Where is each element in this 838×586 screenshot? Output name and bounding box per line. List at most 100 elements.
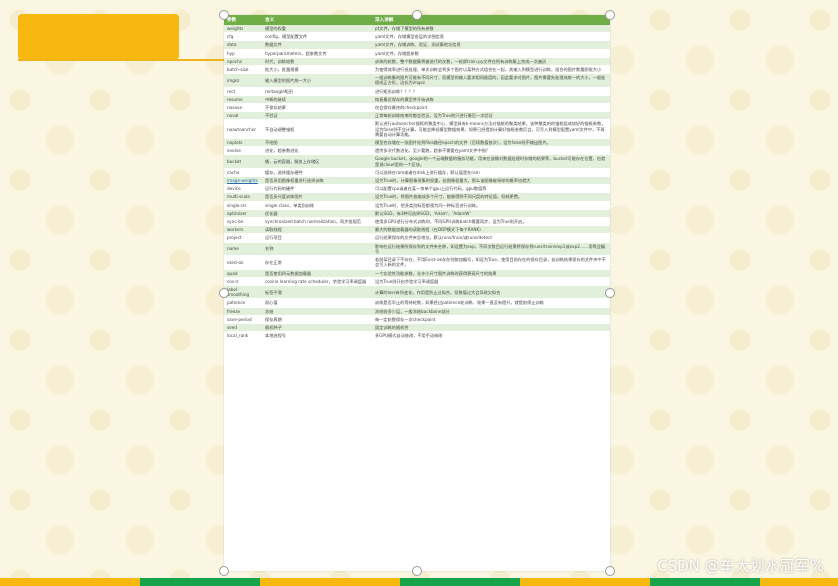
- cell-explanation: 恢复最近保存的模型并开始训练: [372, 95, 610, 105]
- table-row: save-period 保存周期 每一定轮数保存一次checkpoint: [224, 315, 610, 324]
- cell-param: nosave: [224, 103, 262, 113]
- cell-meaning: 中断的继续: [262, 95, 372, 105]
- cell-param: batch-size: [224, 65, 262, 75]
- cell-param: freeze: [224, 307, 262, 316]
- cell-param: multi-scale: [224, 192, 262, 202]
- cell-param: project: [224, 233, 262, 243]
- resize-handle-bottom-center[interactable]: [412, 566, 422, 576]
- cell-meaning: 随机种子: [262, 323, 372, 333]
- bottom-bar-segment: [0, 578, 140, 586]
- cell-meaning: 不绘图: [262, 138, 372, 148]
- cell-meaning: 优化器: [262, 209, 372, 219]
- cell-param: rect: [224, 87, 262, 96]
- table-row: imgsz 输入模型的图片统一大小 一组训练集的图片可能有不同尺寸，而模型的输入要求…: [224, 73, 610, 88]
- cell-explanation: 遗传多次代数进化，至少要跑，超参不需要在yaml文件中指？: [372, 146, 610, 156]
- table-row: name 名称 影响在运行结果所保存到的文件夹名称，如设置为exp，不同次数目运行结…: [224, 242, 610, 257]
- document-image[interactable]: 参数 含义 深入讲解 weights 模型的权重 pt文件，存储了模型的所有参数 cf…: [224, 15, 610, 571]
- parameter-table: 参数 含义 深入讲解 weights 模型的权重 pt文件，存储了模型的所有参数 cf…: [224, 15, 610, 341]
- cell-param: device: [224, 184, 262, 194]
- resize-handle-middle-right[interactable]: [605, 288, 615, 298]
- table-row: freeze 冻结 冻结前多少层，一般冻结backbone部分: [224, 307, 610, 316]
- table-row: exist-ok 存在正常 若前某目录下不存在，不用Exist-ok存在则按加编号，…: [224, 255, 610, 270]
- resize-handle-top-right[interactable]: [605, 10, 615, 20]
- cell-meaning: 桶，云的容器，服务上存储区: [262, 154, 372, 169]
- cell-meaning: 进化，超参数进化: [262, 146, 372, 156]
- cell-meaning: 不自动调整锚框: [262, 119, 372, 140]
- cell-param: patience: [224, 298, 262, 308]
- cell-param: noplots: [224, 138, 262, 148]
- cell-explanation: 每一定轮数保存一次checkpoint: [372, 315, 610, 324]
- cell-explanation: 可以选择在ram或者在disk上进行缓存，默认值是在ram: [372, 168, 610, 178]
- table-row: single-cls single class，单类别训练 设为True时，把多类别…: [224, 201, 610, 210]
- table-row: label-smoothing 标签平滑 计算的loss有所变化，作用是防止过拟合，…: [224, 285, 610, 300]
- cell-explanation: 设为True时，将图片放缩成多个尺寸，能够得到不同尺度的特征值，但耗更费。: [372, 192, 610, 202]
- resize-handle-top-center[interactable]: [412, 10, 422, 20]
- table-row: sync-bn synchronized batch normalization，…: [224, 217, 610, 227]
- table-row: local_rank 本地进程号 多GPU模式自动修改，不用手动修改: [224, 331, 610, 341]
- table-row: noplots 不绘图 模型也存储在一张图片化到files路径epoch的文件（后续…: [224, 138, 610, 148]
- table-row: bucket 桶，云的容器，服务上存储区 Google bucket，google的…: [224, 154, 610, 169]
- cell-meaning: 标签平滑: [262, 285, 372, 300]
- cell-explanation: Google bucket，google的一个云端数据的服务功能，用来在该桶对数…: [372, 154, 610, 169]
- cell-param: save-period: [224, 315, 262, 324]
- cell-meaning: 运行代码的硬件: [262, 184, 372, 194]
- cell-meaning: 保存周期: [262, 315, 372, 324]
- table-row: nosave 不保存结果 仅会保存最终的checkpoint: [224, 103, 610, 113]
- table-row: quad 是否使用四元数据加载器 一个实验性功能参数，允许小尺寸图片训练时获得更高尺…: [224, 269, 610, 278]
- bottom-bar-segment: [760, 578, 838, 586]
- cell-meaning: 运行项目: [262, 233, 372, 243]
- cell-meaning: single class，单类别训练: [262, 201, 372, 210]
- cell-explanation: pt文件，存储了模型的所有参数: [372, 25, 610, 34]
- header-explanation: 深入讲解: [372, 15, 610, 25]
- resize-handle-bottom-right[interactable]: [605, 566, 615, 576]
- table-row: resume 中断的继续 恢复最近保存的模型并开始训练: [224, 95, 610, 105]
- cell-meaning: 存在正常: [262, 255, 372, 270]
- cell-param: seed: [224, 323, 262, 333]
- table-row: weights 模型的权重 pt文件，存储了模型的所有参数: [224, 25, 610, 34]
- cell-explanation: 运行结果保存的文件夹总地址，默认runs/train/或runs/detect: [372, 233, 610, 243]
- cell-explanation: 一个实验性功能参数，允许小尺寸图片训练时获得更高尺寸的效果: [372, 269, 610, 278]
- cell-explanation: 训练的轮数，整个数据集将被迭代的次数，一轮即train.py文件在所有训练集上完…: [372, 57, 610, 67]
- cell-param: hyp: [224, 49, 262, 58]
- resize-handle-bottom-left[interactable]: [219, 566, 229, 576]
- table-row: seed 随机种子 固定训练的随机性: [224, 323, 610, 333]
- cell-meaning: 输入模型的图片统一大小: [262, 73, 372, 88]
- table-row: workers 读取线程 最大的数据加载器的读取线程（在DDP模式下每个RANK）: [224, 225, 610, 235]
- cell-meaning: hyperparameters，超参数文件: [262, 49, 372, 58]
- table-row: hyp hyperparameters，超参数文件 yaml文件，存储超参数: [224, 49, 610, 58]
- cell-param: noval: [224, 111, 262, 121]
- cell-explanation: 正常每轮训练结束时都会验证，设为True则只进行最后一次验证: [372, 111, 610, 121]
- cell-explanation: 设为True则开启余弦学习率调度器: [372, 277, 610, 286]
- cell-param: cos-lr: [224, 277, 262, 286]
- cell-param: exist-ok: [224, 255, 262, 270]
- cell-explanation: 默认进行autoanchor锚框的聚类中心，模型具有k-means方法对锚框的聚…: [372, 119, 610, 140]
- resize-handle-middle-left[interactable]: [219, 288, 229, 298]
- table-row: image-weights 是否采用图像权重进行选择训练 设为True时，计算图像采…: [224, 176, 610, 186]
- bottom-bar-segment: [650, 578, 760, 586]
- cell-param: evolve: [224, 146, 262, 156]
- table-row: cfg config，模型配置文件 yaml文件，存储模型各层的详细信息: [224, 32, 610, 42]
- cell-param: single-cls: [224, 201, 262, 210]
- cell-param: label-smoothing: [224, 285, 262, 300]
- table-row: evolve 进化，超参数进化 遗传多次代数进化，至少要跑，超参不需要在yaml文件…: [224, 146, 610, 156]
- cell-explanation: 进行矩形训练？？？？: [372, 87, 610, 96]
- cell-meaning: config，模型配置文件: [262, 32, 372, 42]
- cell-explanation: 仅会保存最终的checkpoint: [372, 103, 610, 113]
- cell-explanation: 影响在运行结果所保存到的文件夹名称，如设置为exp，不同次数目运行结果将保存到r…: [372, 242, 610, 257]
- cell-meaning: 数据文件: [262, 40, 372, 50]
- cell-explanation: 模型也存储在一张图片化到files路径epoch的文件（后续数值依次），设为fa…: [372, 138, 610, 148]
- cell-explanation: 计算的loss有所变化，作用是防止过拟合，但数值过大会导致欠拟合: [372, 285, 610, 300]
- cell-explanation: 若前某目录下不存在，不用Exist-ok存在则按加编号，如设为True，使用目前…: [372, 255, 610, 270]
- cell-meaning: 冻结: [262, 307, 372, 316]
- cell-meaning: 耐心值: [262, 298, 372, 308]
- resize-handle-top-left[interactable]: [219, 10, 229, 20]
- cell-param: optimizer: [224, 209, 262, 219]
- cell-meaning: 时代，训练轮数: [262, 57, 372, 67]
- cell-meaning: 读取线程: [262, 225, 372, 235]
- cell-meaning: 批大小，批量规模: [262, 65, 372, 75]
- title-placeholder-box[interactable]: [18, 14, 179, 60]
- cell-param: image-weights: [224, 176, 262, 186]
- cell-explanation: 为使得效率进行批处理，单次训练会将多个图片以某种方式组合在一起，其输入到模型进行…: [372, 65, 610, 75]
- cell-meaning: 不验证: [262, 111, 372, 121]
- table-row: noautoanchor 不自动调整锚框 默认进行autoanchor锚框的聚类中心…: [224, 119, 610, 140]
